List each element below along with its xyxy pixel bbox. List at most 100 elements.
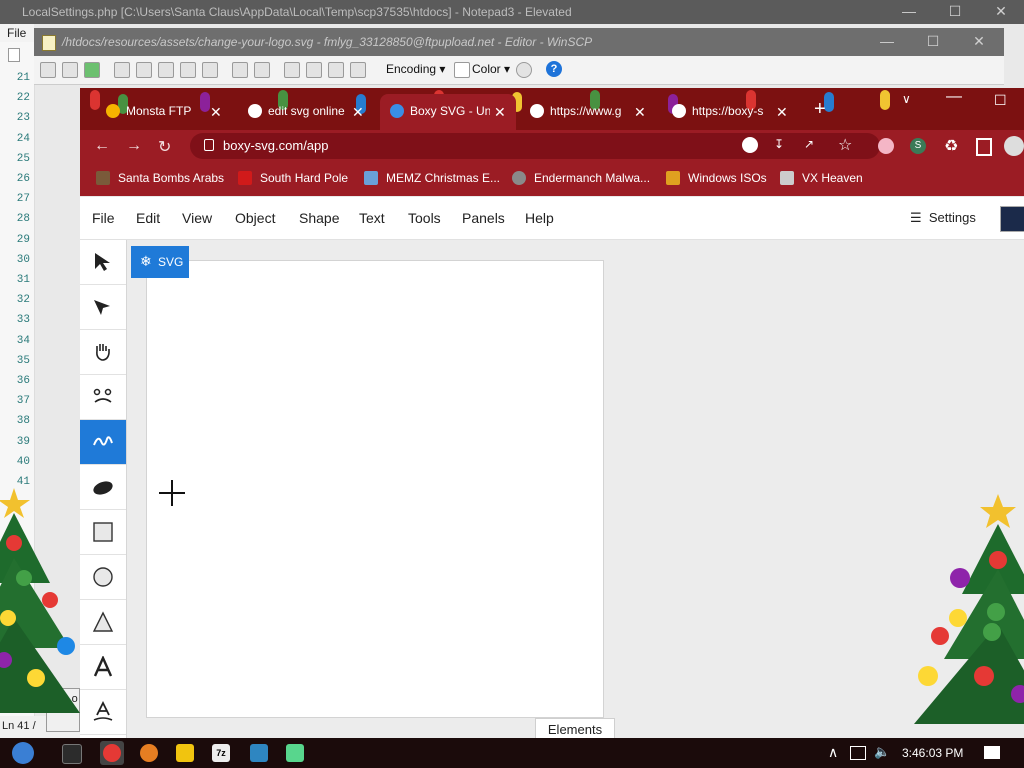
new-file-icon[interactable] <box>8 48 20 62</box>
close-button[interactable]: ✕ <box>978 0 1024 24</box>
maximize-button[interactable]: ☐ <box>932 0 978 24</box>
chrome-minimize-button[interactable]: — <box>946 88 962 106</box>
back-arrow-icon[interactable]: ← <box>94 137 110 155</box>
encoding-dropdown[interactable]: Encoding ▾ <box>386 62 445 76</box>
redo-icon[interactable] <box>254 62 270 78</box>
clock[interactable]: 3:46:03 PM <box>902 746 963 760</box>
edit-tool[interactable] <box>80 285 126 330</box>
goto-line-icon[interactable] <box>350 62 366 78</box>
address-bar[interactable]: boxy-svg.com/app ↧ ↗ ☆ <box>190 133 880 159</box>
delete-icon[interactable] <box>180 62 196 78</box>
chevron-up-icon[interactable]: ∧ <box>828 744 838 761</box>
winscp-close-button[interactable]: ✕ <box>956 30 1002 54</box>
tab-edit-svg-online[interactable]: edit svg online ✕ <box>238 94 378 130</box>
volume-icon[interactable]: 🔈 <box>874 744 890 760</box>
menu-edit[interactable]: Edit <box>136 210 160 226</box>
paste-icon[interactable] <box>158 62 174 78</box>
artboard[interactable] <box>146 260 604 718</box>
menu-view[interactable]: View <box>182 210 212 226</box>
freehand-tool[interactable] <box>80 420 126 465</box>
network-icon[interactable] <box>850 746 866 760</box>
chrome-maximize-button[interactable]: ☐ <box>994 92 1007 109</box>
menu-help[interactable]: Help <box>525 210 554 226</box>
menu-file[interactable]: File <box>92 210 115 226</box>
close-icon[interactable]: ✕ <box>634 104 646 121</box>
help-icon[interactable]: ? <box>546 61 562 77</box>
text-tool[interactable] <box>80 645 126 690</box>
extension-icon[interactable] <box>878 138 894 154</box>
winscp-icon[interactable] <box>250 744 268 762</box>
bookmark-endermanch-malware[interactable]: Endermanch Malwa... <box>512 171 650 185</box>
pan-tool[interactable] <box>80 330 126 375</box>
close-icon[interactable]: ✕ <box>352 104 364 121</box>
start-button[interactable] <box>12 742 34 764</box>
bookmark-vx-heaven[interactable]: VX Heaven <box>780 171 863 185</box>
reload-icon[interactable] <box>84 62 100 78</box>
menu-text[interactable]: Text <box>359 210 385 226</box>
cut-icon[interactable] <box>136 62 152 78</box>
file-explorer-icon[interactable] <box>176 744 194 762</box>
select-tool[interactable] <box>80 240 126 285</box>
side-panel-icon[interactable] <box>976 138 992 156</box>
polygon-tool[interactable] <box>80 600 126 645</box>
tab-search-chevron-icon[interactable]: ∨ <box>902 92 911 106</box>
bookmark-south-hard-pole[interactable]: South Hard Pole <box>238 171 348 185</box>
bookmark-memz-christmas[interactable]: MEMZ Christmas E... <box>364 171 500 185</box>
profile-avatar[interactable] <box>1004 136 1024 156</box>
settings-button[interactable]: ☰ Settings <box>910 210 976 226</box>
7zip-icon[interactable]: 7z <box>212 744 230 762</box>
extension-s-icon[interactable]: S <box>910 138 926 154</box>
copy-icon[interactable] <box>114 62 130 78</box>
forward-arrow-icon[interactable]: → <box>126 137 142 155</box>
puzzle-icon[interactable]: ♻ <box>944 136 958 156</box>
find-icon[interactable] <box>284 62 300 78</box>
save-all-icon[interactable] <box>62 62 78 78</box>
reload-icon[interactable]: ↻ <box>158 137 171 157</box>
color-checkbox[interactable] <box>454 62 470 78</box>
winscp-minimize-button[interactable]: — <box>864 30 910 54</box>
new-tab-button[interactable]: + <box>814 98 826 121</box>
close-icon[interactable]: ✕ <box>210 104 222 121</box>
share-icon[interactable]: ↗ <box>804 137 814 151</box>
tab-google[interactable]: https://www.g ✕ <box>520 94 660 130</box>
tab-boxy-svg[interactable]: Boxy SVG - Un ✕ <box>380 94 516 130</box>
ellipse-brush-tool[interactable] <box>80 465 126 510</box>
task-view-icon[interactable] <box>62 744 82 764</box>
star-icon[interactable]: ☆ <box>838 135 852 155</box>
install-icon[interactable]: ↧ <box>774 137 784 151</box>
replace-icon[interactable] <box>306 62 322 78</box>
close-icon[interactable]: ✕ <box>494 104 506 121</box>
winscp-titlebar[interactable]: /htdocs/resources/assets/change-your-log… <box>34 28 1004 56</box>
text-path-tool[interactable] <box>80 690 126 735</box>
face-tool[interactable] <box>80 375 126 420</box>
menu-shape[interactable]: Shape <box>299 210 339 226</box>
svg-root-badge[interactable]: ❄ SVG <box>131 246 189 278</box>
rectangle-tool[interactable] <box>80 510 126 555</box>
color-dropdown[interactable]: Color ▾ <box>472 62 510 76</box>
notepad-titlebar[interactable]: LocalSettings.php [C:\Users\Santa Claus\… <box>0 0 1024 24</box>
app-logo[interactable] <box>1000 206 1024 232</box>
close-icon[interactable]: ✕ <box>776 104 788 121</box>
winscp-maximize-button[interactable]: ☐ <box>910 30 956 54</box>
menu-panels[interactable]: Panels <box>462 210 505 226</box>
menu-file[interactable]: File <box>7 26 26 40</box>
ellipse-tool[interactable] <box>80 555 126 600</box>
notepad3-icon[interactable] <box>286 744 304 762</box>
select-all-icon[interactable] <box>202 62 218 78</box>
google-lens-icon[interactable] <box>742 137 758 153</box>
undo-icon[interactable] <box>232 62 248 78</box>
tab-boxy-s[interactable]: https://boxy-s ✕ <box>662 94 792 130</box>
bookmark-windows-isos[interactable]: Windows ISOs <box>666 171 767 185</box>
bookmark-santa-bombs-arabs[interactable]: Santa Bombs Arabs <box>96 171 224 185</box>
menu-tools[interactable]: Tools <box>408 210 441 226</box>
menu-object[interactable]: Object <box>235 210 275 226</box>
minimize-button[interactable]: — <box>886 0 932 24</box>
firefox-icon[interactable] <box>140 744 158 762</box>
save-icon[interactable] <box>40 62 56 78</box>
tab-monsta-ftp[interactable]: Monsta FTP ✕ <box>96 94 236 130</box>
gear-icon[interactable] <box>516 62 532 78</box>
canvas-area[interactable]: ❄ SVG Elements <box>127 240 1024 741</box>
chrome-taskbar-icon[interactable] <box>100 741 124 765</box>
find-next-icon[interactable] <box>328 62 344 78</box>
notification-icon[interactable] <box>984 746 1000 759</box>
